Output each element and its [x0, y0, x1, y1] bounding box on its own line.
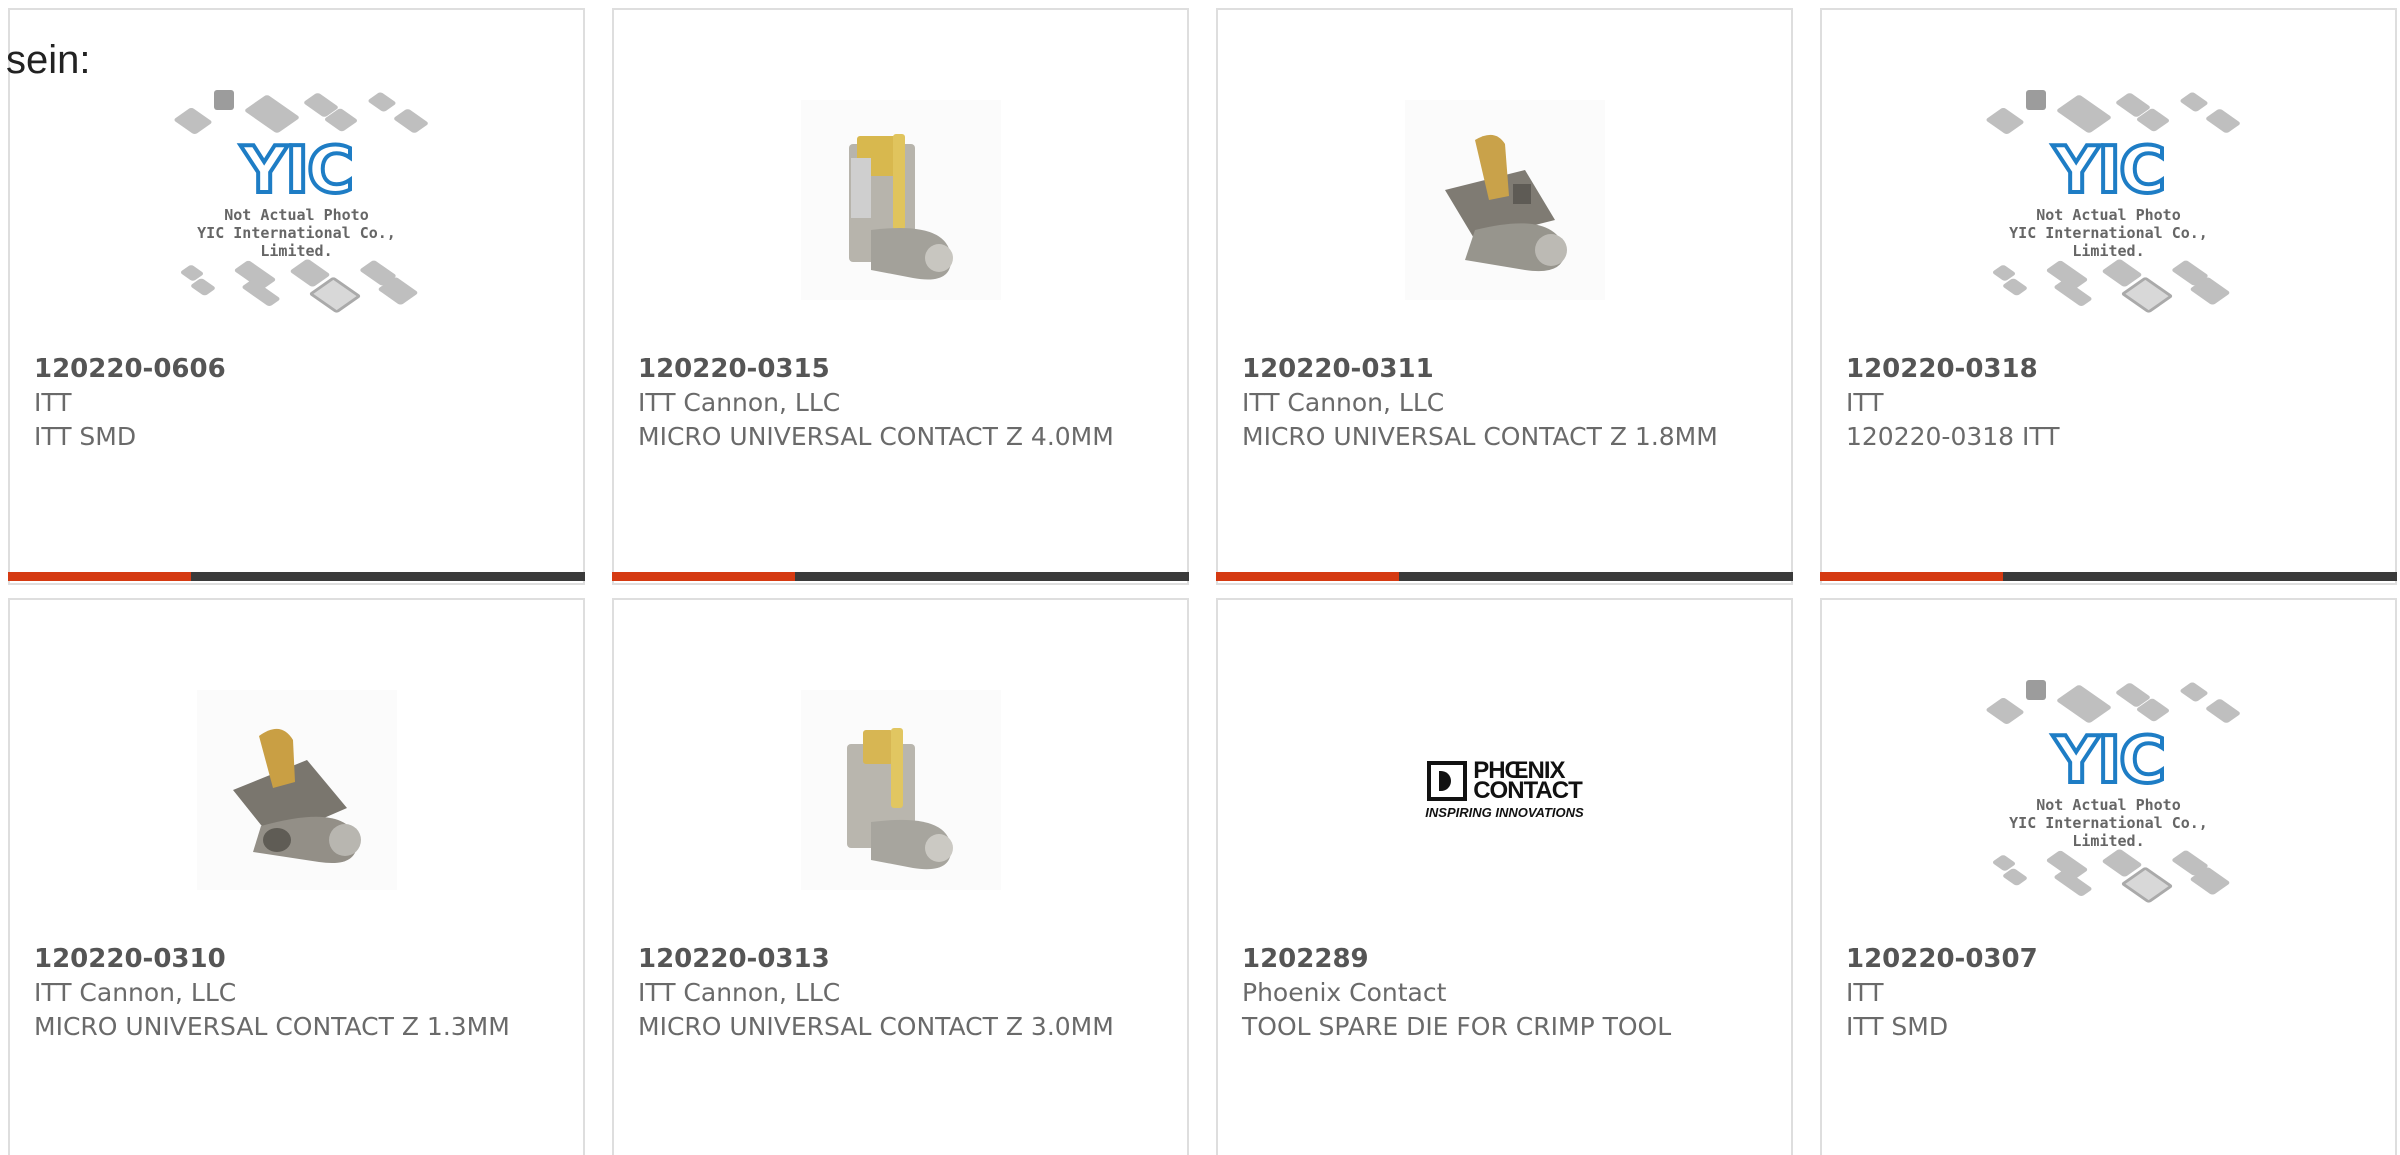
product-card[interactable]: PHŒNIX CONTACT INSPIRING INNOVATIONS 120… [1216, 598, 1793, 1155]
card-accent-bar [1216, 572, 1793, 581]
product-image[interactable]: PHŒNIX CONTACT INSPIRING INNOVATIONS [1218, 670, 1791, 910]
product-image[interactable]: YIC Not Actual Photo YIC International C… [1822, 670, 2395, 910]
product-description: MICRO UNIVERSAL CONTACT Z 1.8MM [1242, 422, 1718, 451]
product-image[interactable] [614, 670, 1187, 910]
product-description: ITT SMD [34, 422, 137, 451]
product-card[interactable]: 120220-0310 ITT Cannon, LLC MICRO UNIVER… [8, 598, 585, 1155]
card-accent-bar [612, 572, 1189, 581]
manufacturer-name: ITT [1846, 978, 1884, 1007]
product-card[interactable]: YIC Not Actual Photo YIC International C… [1820, 8, 2397, 585]
product-info: 120220-0313 ITT Cannon, LLC MICRO UNIVER… [638, 942, 1167, 1044]
product-card[interactable]: 120220-0313 ITT Cannon, LLC MICRO UNIVER… [612, 598, 1189, 1155]
product-info: 120220-0307 ITT ITT SMD [1846, 942, 2375, 1044]
product-image[interactable] [1218, 80, 1791, 320]
card-accent-bar [8, 572, 585, 581]
product-card[interactable]: YIC Not Actual Photo YIC International C… [1820, 598, 2397, 1155]
contact-clip-photo-icon [1404, 100, 1605, 300]
manufacturer-name: Phoenix Contact [1242, 978, 1447, 1007]
product-image[interactable] [10, 670, 583, 910]
part-number-link[interactable]: 120220-0606 [34, 352, 563, 386]
product-description: ITT SMD [1846, 1012, 1949, 1041]
product-info: 120220-0606 ITT ITT SMD [34, 352, 563, 454]
part-number-link[interactable]: 120220-0307 [1846, 942, 2375, 976]
manufacturer-name: ITT Cannon, LLC [638, 978, 841, 1007]
part-number-link[interactable]: 120220-0315 [638, 352, 1167, 386]
phoenix-contact-logo-icon: PHŒNIX CONTACT INSPIRING INNOVATIONS [1425, 756, 1584, 820]
contact-clip-photo-icon [800, 690, 1001, 890]
lead-text: sein: [6, 38, 91, 82]
manufacturer-name: ITT Cannon, LLC [1242, 388, 1445, 417]
yic-placeholder-icon: YIC Not Actual Photo YIC International C… [1974, 670, 2244, 910]
part-number-link[interactable]: 1202289 [1242, 942, 1771, 976]
yic-placeholder-icon: YIC Not Actual Photo YIC International C… [162, 80, 432, 320]
manufacturer-name: ITT Cannon, LLC [638, 388, 841, 417]
product-info: 120220-0315 ITT Cannon, LLC MICRO UNIVER… [638, 352, 1167, 454]
manufacturer-name: ITT Cannon, LLC [34, 978, 237, 1007]
card-accent-bar [1820, 572, 2397, 581]
product-description: MICRO UNIVERSAL CONTACT Z 4.0MM [638, 422, 1114, 451]
product-description: TOOL SPARE DIE FOR CRIMP TOOL [1242, 1012, 1672, 1041]
product-image[interactable]: YIC Not Actual Photo YIC International C… [10, 80, 583, 320]
part-number-link[interactable]: 120220-0313 [638, 942, 1167, 976]
product-description: 120220-0318 ITT [1846, 422, 2060, 451]
contact-clip-photo-icon [800, 100, 1001, 300]
product-card[interactable]: YIC Not Actual Photo YIC International C… [8, 8, 585, 585]
yic-placeholder-icon: YIC Not Actual Photo YIC International C… [1974, 80, 2244, 320]
part-number-link[interactable]: 120220-0318 [1846, 352, 2375, 386]
product-card[interactable]: 120220-0311 ITT Cannon, LLC MICRO UNIVER… [1216, 8, 1793, 585]
product-info: 120220-0311 ITT Cannon, LLC MICRO UNIVER… [1242, 352, 1771, 454]
product-info: 120220-0318 ITT 120220-0318 ITT [1846, 352, 2375, 454]
product-grid: sein: YIC Not Actual Photo YIC Internati… [0, 0, 2400, 1155]
product-image[interactable]: YIC Not Actual Photo YIC International C… [1822, 80, 2395, 320]
product-description: MICRO UNIVERSAL CONTACT Z 3.0MM [638, 1012, 1114, 1041]
part-number-link[interactable]: 120220-0310 [34, 942, 563, 976]
contact-clip-photo-icon [196, 690, 397, 890]
manufacturer-name: ITT [34, 388, 72, 417]
product-image[interactable] [614, 80, 1187, 320]
product-info: 1202289 Phoenix Contact TOOL SPARE DIE F… [1242, 942, 1771, 1044]
product-description: MICRO UNIVERSAL CONTACT Z 1.3MM [34, 1012, 510, 1041]
part-number-link[interactable]: 120220-0311 [1242, 352, 1771, 386]
manufacturer-name: ITT [1846, 388, 1884, 417]
product-info: 120220-0310 ITT Cannon, LLC MICRO UNIVER… [34, 942, 563, 1044]
product-card[interactable]: 120220-0315 ITT Cannon, LLC MICRO UNIVER… [612, 8, 1189, 585]
